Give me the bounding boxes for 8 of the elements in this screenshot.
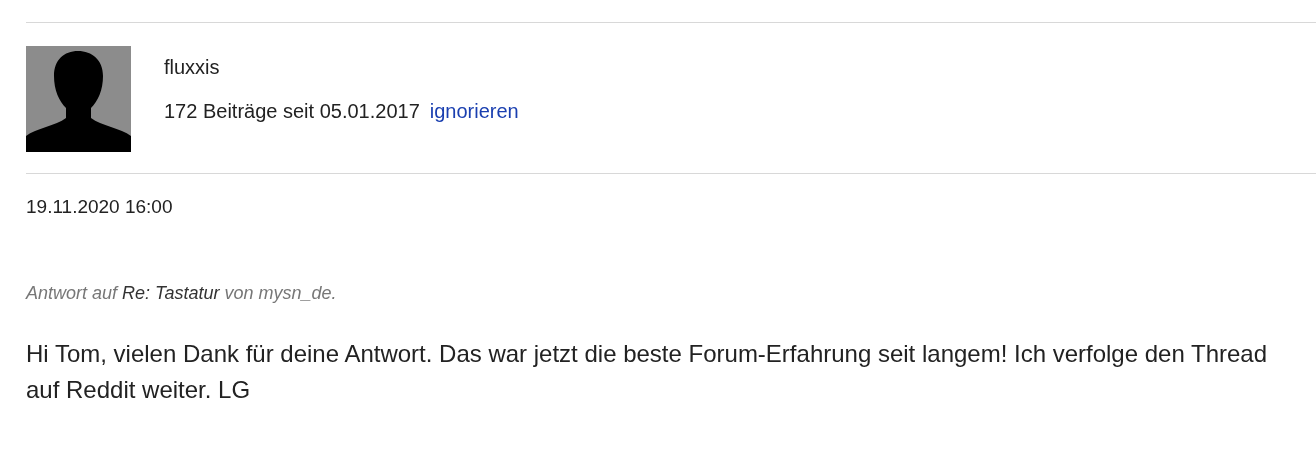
post-date: 19.11.2020 16:00 (26, 196, 174, 218)
ignore-link[interactable]: ignorieren (429, 100, 519, 123)
reply-reference: Antwort auf Re: Tastatur von mysn_de. (26, 283, 338, 304)
post-count: 172 Beiträge seit 05.01.2017 (164, 100, 420, 123)
author-name: fluxxis (164, 56, 221, 79)
post-body: Hi Tom, vielen Dank für deine Antwort. Das war jetzt die beste Forum-Erfahrung seit langem! Ich verfolge den Thread auf Reddit weiter. LG (26, 339, 1269, 405)
avatar-silhouette-icon (26, 46, 131, 152)
thread-link[interactable]: Re: Tastatur (122, 283, 220, 303)
